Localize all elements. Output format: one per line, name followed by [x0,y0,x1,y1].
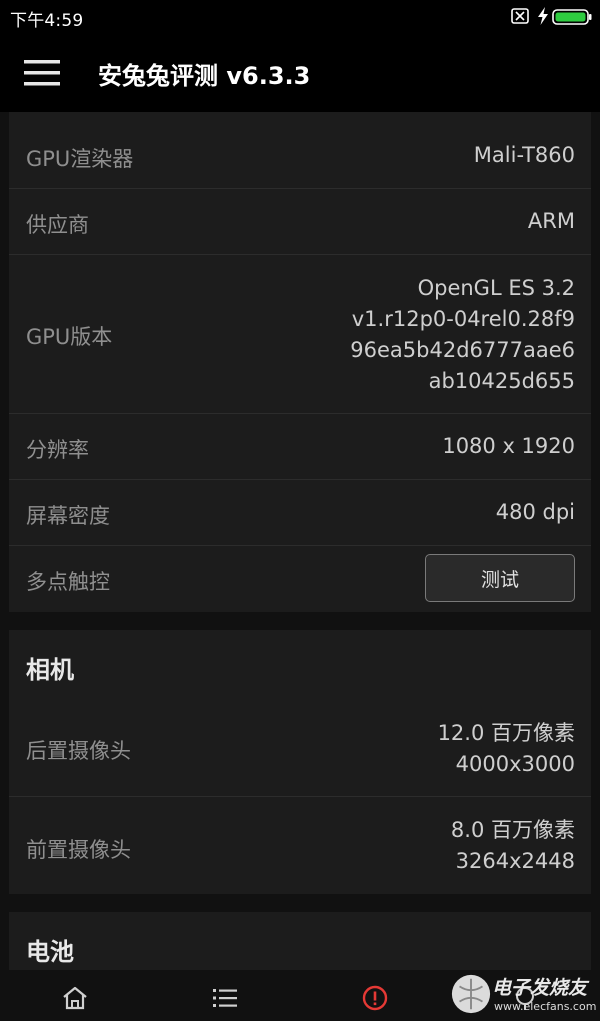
charging-bolt-icon [538,7,548,25]
battery-card: 电池 [9,912,591,970]
row-label: 前置摄像头 [26,838,131,862]
info-row-front-camera: 前置摄像头 8.0 百万像素 3264x2448 [9,797,591,894]
row-label: 多点触控 [26,570,110,594]
value-line: 3264x2448 [455,849,575,873]
row-value: Mali-T860 [473,143,575,167]
info-row-rear-camera: 后置摄像头 12.0 百万像素 4000x3000 [9,700,591,797]
row-value-multiline: 8.0 百万像素 3264x2448 [451,815,575,877]
multitouch-test-button[interactable]: 测试 [425,554,575,602]
value-line: 12.0 百万像素 [437,721,575,745]
status-bar: 下午4:59 [0,0,600,34]
info-row-multitouch: 多点触控 测试 [9,546,591,612]
value-line: 4000x3000 [455,752,575,776]
device-info-card: GPU渲染器 Mali-T860 供应商 ARM GPU版本 OpenGL ES… [9,112,591,612]
info-row-gpu-renderer: GPU渲染器 Mali-T860 [9,122,591,189]
bottom-nav [0,970,600,1021]
section-title-battery: 电池 [26,938,74,966]
camera-card: 相机 后置摄像头 12.0 百万像素 4000x3000 前置摄像头 8.0 百… [9,630,591,894]
value-line: v1.r12p0-04rel0.28f9 [351,307,575,331]
value-line: 8.0 百万像素 [450,818,575,842]
hamburger-menu-icon[interactable] [24,56,60,90]
app-title: 安兔兔评测 v6.3.3 [98,62,311,90]
row-label: 分辨率 [26,438,89,462]
row-label: 屏幕密度 [26,504,110,528]
info-row-resolution: 分辨率 1080 x 1920 [9,414,591,480]
alert-icon[interactable] [361,984,389,1012]
value-line: ab10425d655 [428,369,575,393]
app-bar: 安兔兔评测 v6.3.3 [0,34,600,112]
row-label: GPU渲染器 [26,147,134,171]
row-label: 供应商 [26,213,89,237]
section-title-camera: 相机 [26,656,74,684]
row-value: 1080 x 1920 [442,434,575,458]
home-icon[interactable] [61,984,89,1012]
row-label: GPU版本 [26,325,113,349]
battery-icon [552,9,592,25]
tests-icon[interactable] [511,984,539,1012]
value-line: 96ea5b42d6777aae6 [350,338,575,362]
value-line: OpenGL ES 3.2 [417,276,575,300]
info-row-vendor: 供应商 ARM [9,189,591,255]
list-icon[interactable] [211,984,239,1012]
info-row-gpu-version: GPU版本 OpenGL ES 3.2 v1.r12p0-04rel0.28f9… [9,255,591,414]
row-value-multiline: 12.0 百万像素 4000x3000 [438,718,575,780]
row-label: 后置摄像头 [26,739,131,763]
row-value-multiline: OpenGL ES 3.2 v1.r12p0-04rel0.28f9 96ea5… [350,273,575,397]
row-value: ARM [527,209,575,233]
row-value: 480 dpi [495,500,575,524]
info-row-screen-density: 屏幕密度 480 dpi [9,480,591,546]
sim-card-x-icon [511,8,529,24]
status-time: 下午4:59 [10,11,84,31]
